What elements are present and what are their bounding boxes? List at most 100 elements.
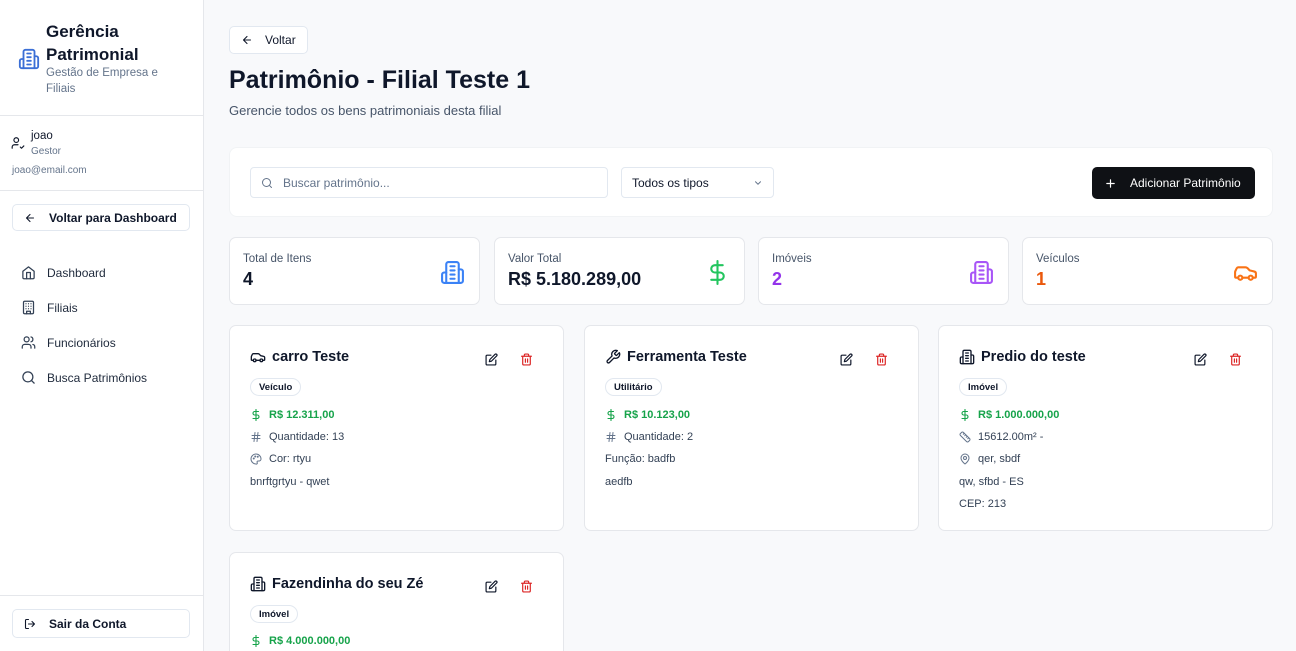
back-to-dashboard-button[interactable]: Voltar para Dashboard (12, 204, 190, 231)
palette-icon (250, 453, 262, 465)
user-check-icon (11, 137, 25, 149)
stat-value: 1 (1036, 269, 1047, 289)
edit-icon[interactable] (485, 580, 498, 593)
card-price: R$ 4.000.000,00 (250, 635, 350, 647)
sidebar-item-label: Filiais (47, 300, 78, 315)
type-badge: Imóvel (250, 605, 299, 623)
stat-valor-total: Valor Total R$ 5.180.289,00 (494, 237, 745, 305)
logout-button[interactable]: Sair da Conta (12, 609, 190, 638)
card-address-text: qer, sbdf (978, 453, 1021, 465)
search-icon (262, 177, 272, 188)
card-quantity-text: Quantidade: 13 (269, 431, 345, 443)
sidebar-item-label: Dashboard (47, 265, 106, 280)
building-icon (970, 261, 993, 284)
card-description: aedfb (605, 476, 633, 488)
card-price-text: R$ 4.000.000,00 (269, 635, 351, 647)
type-badge: Imóvel (959, 378, 1008, 396)
card-detail-text: Cor: rtyu (269, 453, 312, 465)
back-button[interactable]: Voltar (229, 26, 308, 54)
card-title: Ferramenta Teste (605, 349, 747, 365)
type-filter-select[interactable]: Todos os tipos (621, 167, 774, 198)
card-actions (485, 353, 533, 366)
sidebar: Gerência Patrimonial Gestão de Empresa e… (0, 0, 204, 651)
search-box[interactable] (250, 167, 608, 198)
toolbar: Todos os tipos Adicionar Patrimônio (229, 147, 1273, 217)
trash-icon[interactable] (520, 580, 533, 593)
sidebar-item-filiais[interactable]: Filiais (0, 290, 203, 325)
stat-total-itens: Total de Itens 4 (229, 237, 480, 305)
card-price-text: R$ 12.311,00 (269, 409, 335, 421)
dollar-icon (710, 260, 725, 285)
search-input[interactable] (283, 175, 583, 190)
back-label: Voltar (265, 33, 296, 47)
car-icon (250, 353, 266, 363)
card-city: qw, sfbd - ES (959, 476, 1024, 488)
home-icon (22, 266, 35, 280)
sidebar-nav: Dashboard Filiais Funcionários Busca Pat… (0, 255, 203, 395)
plus-icon (1106, 178, 1115, 188)
card-title: Fazendinha do seu Zé (250, 576, 423, 592)
card-title-text: Predio do teste (981, 349, 1086, 365)
card-quantity-text: Quantidade: 2 (624, 431, 694, 443)
edit-icon[interactable] (840, 353, 853, 366)
user-info: joao Gestor joao@email.com (0, 116, 203, 191)
dollar-icon (252, 635, 260, 647)
stat-veiculos: Veículos 1 (1022, 237, 1273, 305)
chevron-down-icon (755, 180, 761, 185)
brand: Gerência Patrimonial Gestão de Empresa e… (0, 0, 203, 116)
hash-icon (606, 432, 616, 442)
patrimonio-card[interactable]: carro Teste Veículo R$ 12.311,00 Quantid… (229, 325, 564, 531)
brand-title: Gerência Patrimonial (46, 22, 139, 64)
card-description: bnrftgrtyu - qwet (250, 476, 330, 488)
stat-value: 4 (243, 269, 254, 289)
edit-icon[interactable] (485, 353, 498, 366)
card-actions (1194, 353, 1242, 366)
sidebar-item-funcionarios[interactable]: Funcionários (0, 325, 203, 360)
add-patrimonio-label: Adicionar Patrimônio (1130, 176, 1241, 190)
card-title-text: Ferramenta Teste (627, 349, 747, 365)
type-filter-value: Todos os tipos (632, 175, 709, 190)
brand-subtitle: Gestão de Empresa e Filiais (46, 67, 158, 95)
building-icon (250, 576, 266, 592)
card-title: Predio do teste (959, 349, 1086, 365)
hash-icon (251, 432, 261, 442)
card-actions (485, 580, 533, 593)
card-price: R$ 12.311,00 (250, 409, 334, 421)
stat-imoveis: Imóveis 2 (758, 237, 1009, 305)
card-area-text: 15612.00m² - (978, 431, 1044, 443)
card-quantity: Quantidade: 13 (250, 431, 344, 443)
dollar-icon (961, 409, 969, 421)
page-subtitle: Gerencie todos os bens patrimoniais dest… (229, 103, 502, 118)
back-to-dashboard-label: Voltar para Dashboard (49, 210, 177, 225)
card-title-text: carro Teste (272, 349, 350, 365)
sidebar-item-dashboard[interactable]: Dashboard (0, 255, 203, 290)
user-name: joao (31, 130, 53, 142)
trash-icon[interactable] (1229, 353, 1242, 366)
trash-icon[interactable] (520, 353, 533, 366)
card-price: R$ 1.000.000,00 (959, 409, 1059, 421)
patrimonio-card[interactable]: Predio do teste Imóvel R$ 1.000.000,00 1… (938, 325, 1273, 531)
stat-label: Imóveis (772, 253, 812, 265)
patrimonio-card[interactable]: Ferramenta Teste Utilitário R$ 10.123,00… (584, 325, 919, 531)
page-title: Patrimônio - Filial Teste 1 (229, 66, 530, 94)
card-address: qer, sbdf (959, 453, 1020, 465)
card-actions (840, 353, 888, 366)
map-pin-icon (960, 453, 970, 465)
card-detail: Função: badfb (605, 453, 676, 465)
building-icon (441, 261, 464, 284)
edit-icon[interactable] (1194, 353, 1207, 366)
building-icon (959, 349, 975, 365)
sidebar-item-busca-patrimonios[interactable]: Busca Patrimônios (0, 360, 203, 395)
type-badge: Veículo (250, 378, 302, 396)
stat-label: Valor Total (508, 253, 562, 265)
card-title: carro Teste (250, 349, 349, 365)
logout-label: Sair da Conta (49, 616, 127, 631)
wrench-icon (606, 349, 621, 364)
card-price-text: R$ 10.123,00 (624, 409, 691, 421)
patrimonio-card[interactable]: Fazendinha do seu Zé Imóvel R$ 4.000.000… (229, 552, 564, 651)
add-patrimonio-button[interactable]: Adicionar Patrimônio (1092, 167, 1255, 199)
dollar-icon (252, 409, 260, 421)
stat-label: Total de Itens (243, 253, 312, 265)
trash-icon[interactable] (875, 353, 888, 366)
user-role: Gestor (31, 146, 62, 157)
